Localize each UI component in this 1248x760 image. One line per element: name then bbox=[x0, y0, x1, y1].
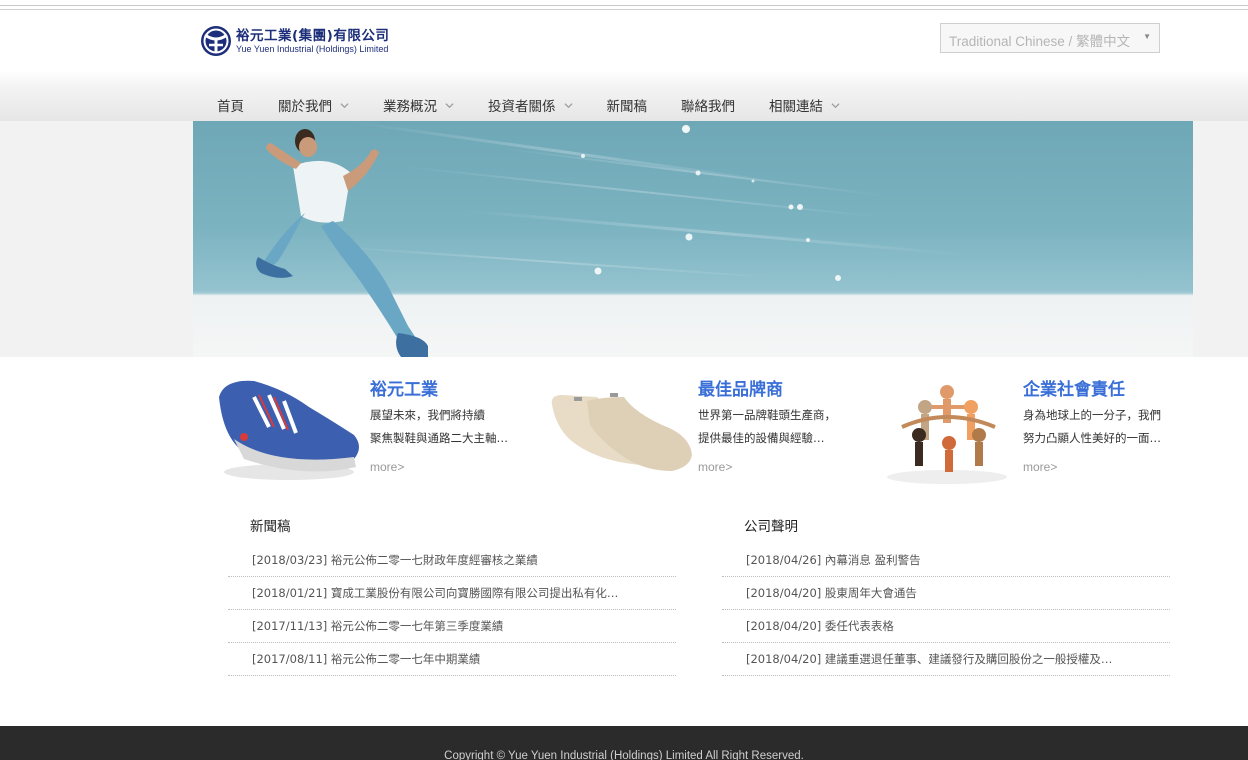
more-link[interactable]: more> bbox=[370, 460, 404, 474]
sneaker-image bbox=[219, 380, 359, 480]
more-link[interactable]: more> bbox=[698, 460, 732, 474]
nav-item-contact[interactable]: 聯絡我們 bbox=[681, 95, 735, 115]
feature-title: 企業社會責任 bbox=[1023, 380, 1125, 400]
site-header: 裕元工業(集團)有限公司 Yue Yuen Industrial (Holdin… bbox=[0, 11, 1248, 121]
press-item[interactable]: [2017/11/13] 裕元公佈二零一七年第三季度業績 bbox=[228, 610, 676, 643]
feature-card-best-brand[interactable]: 最佳品牌商 世界第一品牌鞋頭生產商， 提供最佳的設備與經驗… more> bbox=[542, 367, 872, 487]
announcement-item[interactable]: [2018/04/20] 股東周年大會通告 bbox=[722, 577, 1170, 610]
nav-item-label: 投資者關係 bbox=[488, 99, 556, 115]
running-man-banner-image bbox=[256, 121, 973, 357]
company-name-en: Yue Yuen Industrial (Holdings) Limited bbox=[236, 43, 389, 54]
main-nav: 首頁 關於我們 業務概況 投資者關係 新聞稿 聯絡我們 相關連結 bbox=[200, 93, 874, 117]
site-footer: Copyright © Yue Yuen Industrial (Holding… bbox=[0, 726, 1248, 760]
announcement-item[interactable]: [2018/04/20] 委任代表表格 bbox=[722, 610, 1170, 643]
feature-desc-line: 提供最佳的設備與經驗… bbox=[698, 431, 825, 445]
feature-desc-line: 身為地球上的一分子，我們 bbox=[1023, 408, 1161, 422]
nav-item-label: 業務概況 bbox=[383, 99, 437, 115]
press-item[interactable]: [2018/01/21] 寶成工業股份有限公司向寶勝國際有限公司提出私有化… bbox=[228, 577, 676, 610]
feature-title: 裕元工業 bbox=[370, 380, 438, 400]
nav-item-label: 新聞稿 bbox=[606, 99, 648, 115]
chevron-down-icon bbox=[831, 102, 840, 108]
nav-item-label: 首頁 bbox=[217, 99, 244, 115]
nav-item-label: 關於我們 bbox=[278, 99, 332, 115]
company-name-cn: 裕元工業(集團)有限公司 bbox=[236, 27, 390, 44]
company-logo[interactable]: 裕元工業(集團)有限公司 Yue Yuen Industrial (Holdin… bbox=[200, 25, 389, 57]
press-release-panel: 新聞稿 [2018/03/23] 裕元公佈二零一七財政年度經審核之業績 [201… bbox=[228, 514, 676, 676]
nav-item-about[interactable]: 關於我們 bbox=[278, 95, 349, 115]
paper-people-image bbox=[887, 385, 1007, 484]
nav-item-label: 聯絡我們 bbox=[681, 99, 735, 115]
announcement-panel: 公司聲明 [2018/04/26] 內幕消息 盈利警告 [2018/04/20]… bbox=[722, 514, 1170, 676]
shoe-last-image bbox=[551, 393, 692, 471]
dropdown-arrow-icon: ▼ bbox=[1143, 32, 1151, 41]
nav-item-label: 相關連結 bbox=[769, 99, 823, 115]
nav-item-press[interactable]: 新聞稿 bbox=[607, 95, 648, 115]
more-link[interactable]: more> bbox=[1023, 460, 1057, 474]
nav-item-investors[interactable]: 投資者關係 bbox=[488, 95, 573, 115]
feature-desc-line: 世界第一品牌鞋頭生產商， bbox=[698, 408, 836, 422]
feature-description: 身為地球上的一分子，我們 努力凸顯人性美好的一面… bbox=[1023, 404, 1193, 450]
yue-yuen-logo-icon bbox=[201, 26, 231, 56]
browser-top-edge bbox=[0, 0, 1248, 10]
chevron-down-icon bbox=[445, 102, 454, 108]
nav-item-home[interactable]: 首頁 bbox=[217, 95, 244, 115]
feature-description: 展望未來，我們將持續 聚焦製鞋與通路二大主軸… bbox=[370, 404, 540, 450]
feature-desc-line: 努力凸顯人性美好的一面… bbox=[1023, 431, 1161, 445]
press-heading: 新聞稿 bbox=[250, 519, 291, 535]
feature-card-yue-yuen[interactable]: 裕元工業 展望未來，我們將持續 聚焦製鞋與通路二大主軸… more> bbox=[214, 367, 544, 487]
feature-desc-line: 聚焦製鞋與通路二大主軸… bbox=[370, 431, 508, 445]
feature-card-csr[interactable]: 企業社會責任 身為地球上的一分子，我們 努力凸顯人性美好的一面… more> bbox=[867, 367, 1197, 487]
announcement-item[interactable]: [2018/04/20] 建議重選退任董事、建議發行及購回股份之一般授權及… bbox=[722, 643, 1170, 676]
announcement-item[interactable]: [2018/04/26] 內幕消息 盈利警告 bbox=[722, 544, 1170, 577]
feature-title: 最佳品牌商 bbox=[698, 380, 783, 400]
press-item[interactable]: [2017/08/11] 裕元公佈二零一七年中期業績 bbox=[228, 643, 676, 676]
language-select-value: Traditional Chinese / 繁體中文 bbox=[949, 34, 1131, 49]
chevron-down-icon bbox=[563, 102, 573, 108]
copyright-text: Copyright © Yue Yuen Industrial (Holding… bbox=[444, 750, 804, 760]
hero-banner bbox=[193, 121, 1193, 357]
language-select[interactable]: Traditional Chinese / 繁體中文 ▼ bbox=[940, 23, 1160, 53]
press-item[interactable]: [2018/03/23] 裕元公佈二零一七財政年度經審核之業績 bbox=[228, 544, 676, 577]
announcement-heading: 公司聲明 bbox=[744, 519, 798, 535]
chevron-down-icon bbox=[340, 102, 349, 108]
nav-item-business[interactable]: 業務概況 bbox=[383, 95, 454, 115]
nav-item-links[interactable]: 相關連結 bbox=[769, 95, 840, 115]
feature-description: 世界第一品牌鞋頭生產商， 提供最佳的設備與經驗… bbox=[698, 404, 868, 450]
feature-desc-line: 展望未來，我們將持續 bbox=[370, 408, 485, 422]
